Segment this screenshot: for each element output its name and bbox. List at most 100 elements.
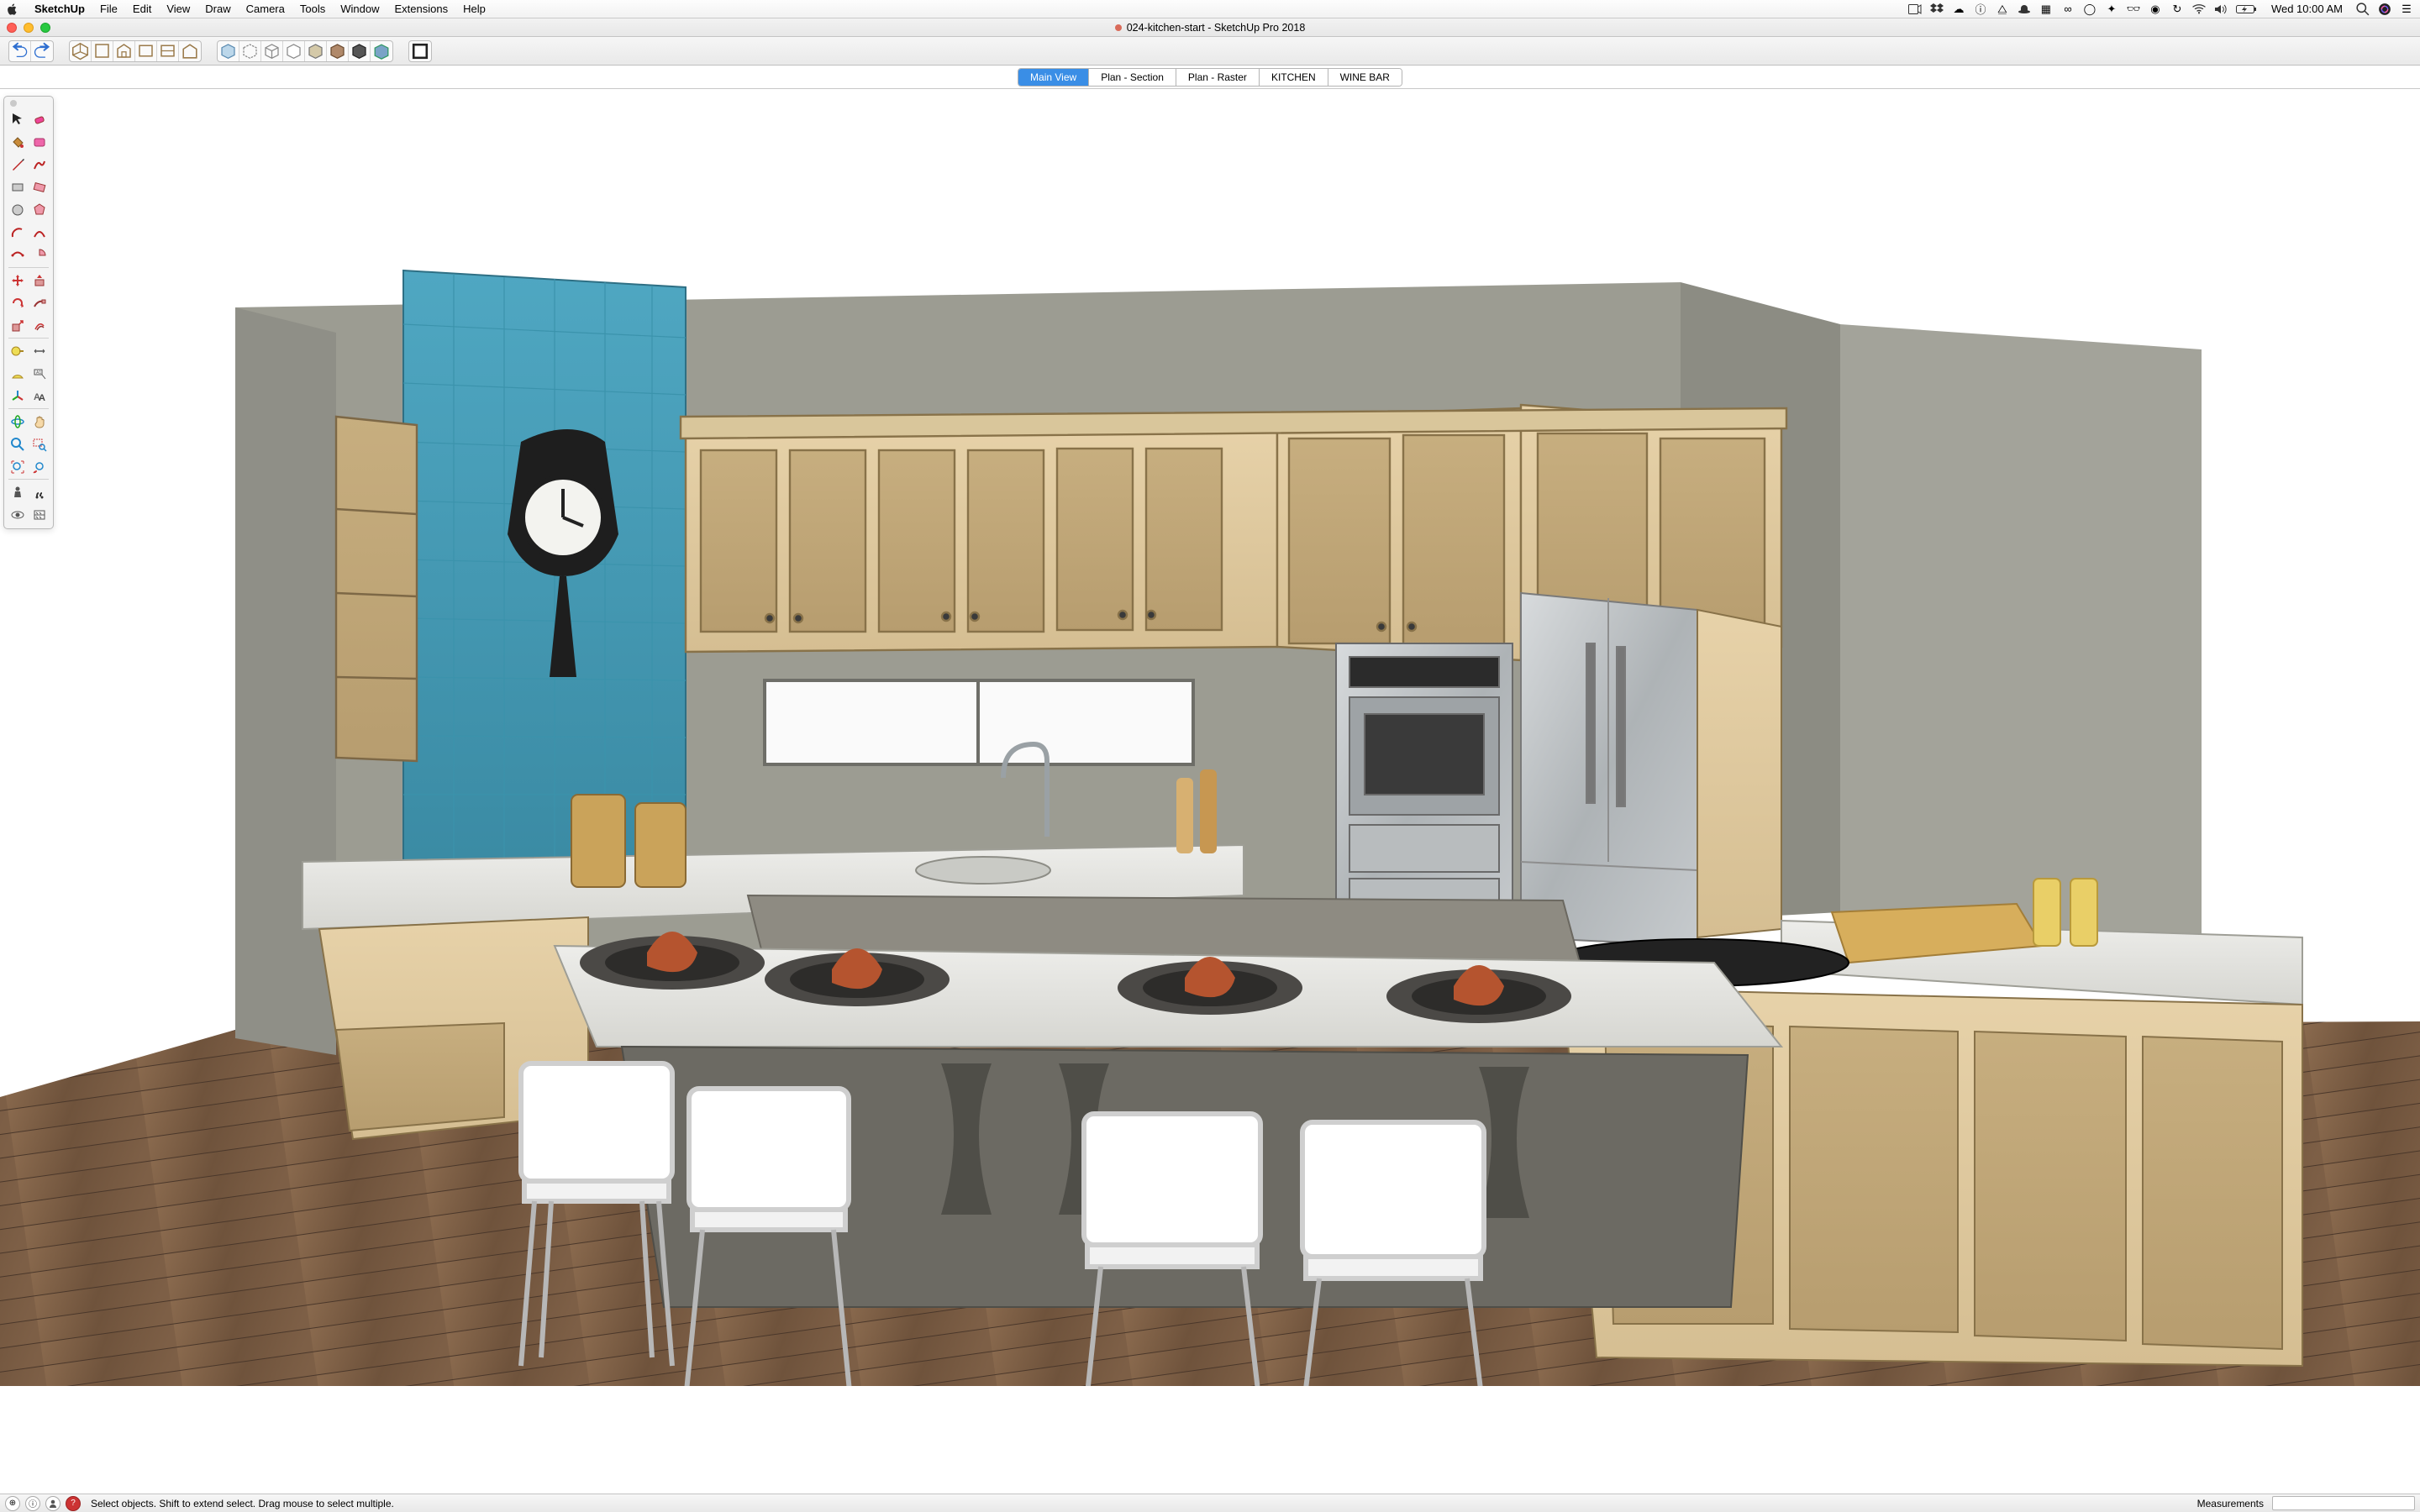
axes-tool[interactable] <box>7 385 29 407</box>
move-tool[interactable] <box>7 269 29 291</box>
scene-tab-plan-section[interactable]: Plan - Section <box>1089 69 1176 86</box>
offset-tool[interactable] <box>29 314 50 337</box>
flame-icon[interactable]: ⧋ <box>1996 3 2009 15</box>
menubar-clock[interactable]: Wed 10:00 AM <box>2266 3 2348 15</box>
record-icon[interactable]: ◉ <box>2149 3 2162 15</box>
zoom-extents-tool[interactable] <box>7 455 29 478</box>
menu-view[interactable]: View <box>159 3 197 15</box>
scale-tool[interactable] <box>7 314 29 337</box>
window-zoom-button[interactable] <box>40 23 50 33</box>
style-mono-button[interactable] <box>349 41 371 61</box>
large-tool-set-palette[interactable]: A1 AA <box>3 96 54 529</box>
view-back-button[interactable] <box>157 41 179 61</box>
menu-extensions[interactable]: Extensions <box>387 3 455 15</box>
style-backedges-button[interactable] <box>239 41 261 61</box>
eraser-tool[interactable] <box>29 108 50 130</box>
tape-measure-tool[interactable] <box>7 339 29 362</box>
3d-text-tool[interactable]: AA <box>29 385 50 407</box>
measurements-input[interactable] <box>2272 1496 2415 1510</box>
two-point-arc-tool[interactable] <box>29 221 50 244</box>
grid-icon[interactable]: ▦ <box>2039 3 2053 15</box>
window-close-button[interactable] <box>7 23 17 33</box>
scene-tab-main-view[interactable]: Main View <box>1018 69 1089 86</box>
battery-icon[interactable] <box>2236 3 2258 15</box>
menubar-app-name[interactable]: SketchUp <box>27 3 92 15</box>
wifi-icon[interactable] <box>2192 3 2206 15</box>
notification-center-icon[interactable]: ☰ <box>2400 3 2413 15</box>
polygon-tool[interactable] <box>29 198 50 221</box>
look-around-tool[interactable] <box>7 503 29 526</box>
view-right-button[interactable] <box>135 41 157 61</box>
menu-window[interactable]: Window <box>333 3 387 15</box>
pie-tool[interactable] <box>29 244 50 266</box>
model-viewport[interactable] <box>0 89 2420 1386</box>
style-shaded2-button[interactable] <box>371 41 392 61</box>
pushpull-tool[interactable] <box>29 269 50 291</box>
view-front-button[interactable] <box>113 41 135 61</box>
zoom-window-tool[interactable] <box>29 433 50 455</box>
rotate-tool[interactable] <box>7 291 29 314</box>
select-tool[interactable] <box>7 108 29 130</box>
scene-tab-kitchen[interactable]: KITCHEN <box>1260 69 1328 86</box>
palette-close-dot[interactable] <box>7 99 50 108</box>
style-shaded-button[interactable] <box>305 41 327 61</box>
style-xray-button[interactable] <box>218 41 239 61</box>
siri-icon[interactable] <box>2378 3 2391 15</box>
hat-icon[interactable] <box>2018 3 2031 15</box>
rotated-rectangle-tool[interactable] <box>29 176 50 198</box>
evernote-icon[interactable]: ✦ <box>2105 3 2118 15</box>
menu-tools[interactable]: Tools <box>292 3 333 15</box>
style-wireframe-button[interactable] <box>261 41 283 61</box>
freehand-tool[interactable] <box>29 153 50 176</box>
view-left-button[interactable] <box>179 41 201 61</box>
credits-button[interactable]: ⓘ <box>25 1496 40 1511</box>
menu-help[interactable]: Help <box>455 3 493 15</box>
zoom-tool[interactable] <box>7 433 29 455</box>
view-iso-button[interactable] <box>70 41 92 61</box>
three-point-arc-tool[interactable] <box>7 244 29 266</box>
spotlight-icon[interactable] <box>2356 3 2370 15</box>
circle-tool[interactable] <box>7 198 29 221</box>
circle-icon[interactable]: ◯ <box>2083 3 2096 15</box>
scene-tab-plan-raster[interactable]: Plan - Raster <box>1176 69 1260 86</box>
style-section-button[interactable] <box>409 41 431 61</box>
dimension-tool[interactable] <box>29 339 50 362</box>
paint-bucket-tool[interactable] <box>7 130 29 153</box>
undo-button[interactable] <box>9 41 31 61</box>
pan-tool[interactable] <box>29 410 50 433</box>
position-camera-tool[interactable] <box>7 480 29 503</box>
previous-view-tool[interactable] <box>29 455 50 478</box>
infinity-icon[interactable]: ∞ <box>2061 3 2075 15</box>
text-tool[interactable]: A1 <box>29 362 50 385</box>
circle-i-icon[interactable]: ⓘ <box>1974 3 1987 15</box>
followme-tool[interactable] <box>29 291 50 314</box>
arc-tool[interactable] <box>7 221 29 244</box>
style-textured-button[interactable] <box>327 41 349 61</box>
menu-edit[interactable]: Edit <box>125 3 159 15</box>
volume-icon[interactable] <box>2214 3 2228 15</box>
main-toolbar <box>0 37 2420 66</box>
walk-tool[interactable] <box>29 480 50 503</box>
protractor-tool[interactable] <box>7 362 29 385</box>
dropbox-icon[interactable] <box>1930 3 1944 15</box>
help-tip-button[interactable]: ? <box>66 1496 81 1511</box>
window-minimize-button[interactable] <box>24 23 34 33</box>
profile-button[interactable] <box>45 1496 60 1511</box>
timemachine-icon[interactable]: ↻ <box>2170 3 2184 15</box>
rectangle-tool[interactable] <box>7 176 29 198</box>
scene-tab-wine-bar[interactable]: WINE BAR <box>1328 69 1402 86</box>
geo-location-button[interactable]: ⊕ <box>5 1496 20 1511</box>
orbit-tool[interactable] <box>7 410 29 433</box>
menu-file[interactable]: File <box>92 3 125 15</box>
material-tool[interactable] <box>29 130 50 153</box>
redo-button[interactable] <box>31 41 53 61</box>
view-top-button[interactable] <box>92 41 113 61</box>
menu-draw[interactable]: Draw <box>197 3 238 15</box>
menu-camera[interactable]: Camera <box>239 3 292 15</box>
section-plane-tool[interactable] <box>29 503 50 526</box>
cloud-icon[interactable]: ☁︎ <box>1952 3 1965 15</box>
screencast-icon[interactable] <box>1908 3 1922 15</box>
glasses-icon[interactable]: 👓︎ <box>2127 3 2140 15</box>
style-hiddenline-button[interactable] <box>283 41 305 61</box>
line-tool[interactable] <box>7 153 29 176</box>
